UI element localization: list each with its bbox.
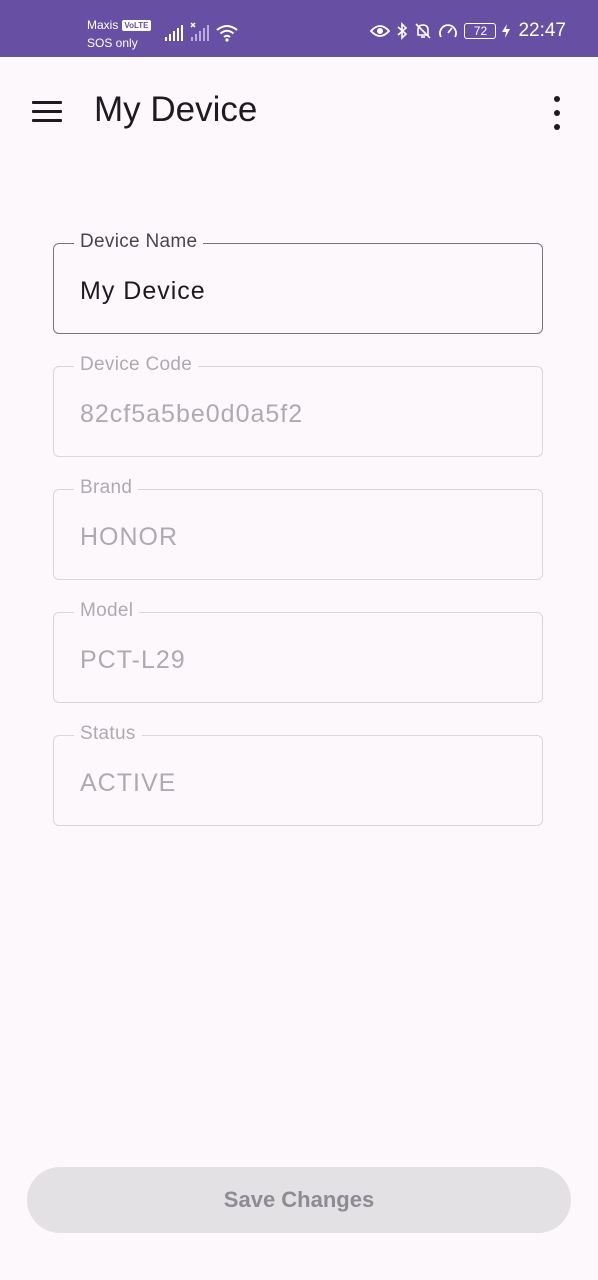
menu-icon[interactable] [24, 89, 70, 135]
bluetooth-icon [397, 22, 408, 40]
model-value: PCT-L29 [80, 646, 186, 674]
device-name-input[interactable]: My Device [80, 277, 206, 306]
app-bar: My Device [0, 57, 598, 167]
carrier-info: Maxis VoLTE SOS only [87, 16, 151, 52]
field-label: Status [74, 723, 142, 745]
signal-off-icon [190, 22, 209, 41]
battery-icon: 72 [464, 23, 497, 39]
carrier-name: Maxis [87, 18, 119, 32]
wifi-icon [216, 25, 238, 42]
brand-field: Brand HONOR [53, 477, 543, 580]
device-name-field[interactable]: Device Name My Device [53, 231, 543, 334]
more-options-icon[interactable] [546, 93, 570, 133]
field-label: Model [74, 600, 140, 622]
status-field: Status ACTIVE [53, 723, 543, 826]
model-field: Model PCT-L29 [53, 600, 543, 703]
save-changes-button[interactable]: Save Changes [27, 1167, 571, 1233]
field-label: Brand [74, 477, 139, 499]
field-label: Device Name [74, 231, 204, 253]
page-title: My Device [94, 90, 258, 129]
sos-text: SOS only [87, 36, 138, 50]
charging-icon [502, 24, 511, 38]
status-bar: Maxis VoLTE SOS only 72 22:47 [0, 0, 598, 57]
device-code-field: Device Code 82cf5a5be0d0a5f2 [53, 354, 543, 457]
status-value: ACTIVE [80, 769, 177, 797]
clock: 22:47 [518, 20, 566, 41]
eye-icon [370, 25, 391, 37]
speed-icon [439, 24, 458, 38]
volte-badge: VoLTE [122, 19, 151, 31]
mute-icon [415, 23, 432, 39]
device-code-value: 82cf5a5be0d0a5f2 [80, 400, 304, 428]
brand-value: HONOR [80, 523, 179, 551]
signal-icon [165, 25, 183, 41]
field-label: Device Code [74, 354, 199, 376]
